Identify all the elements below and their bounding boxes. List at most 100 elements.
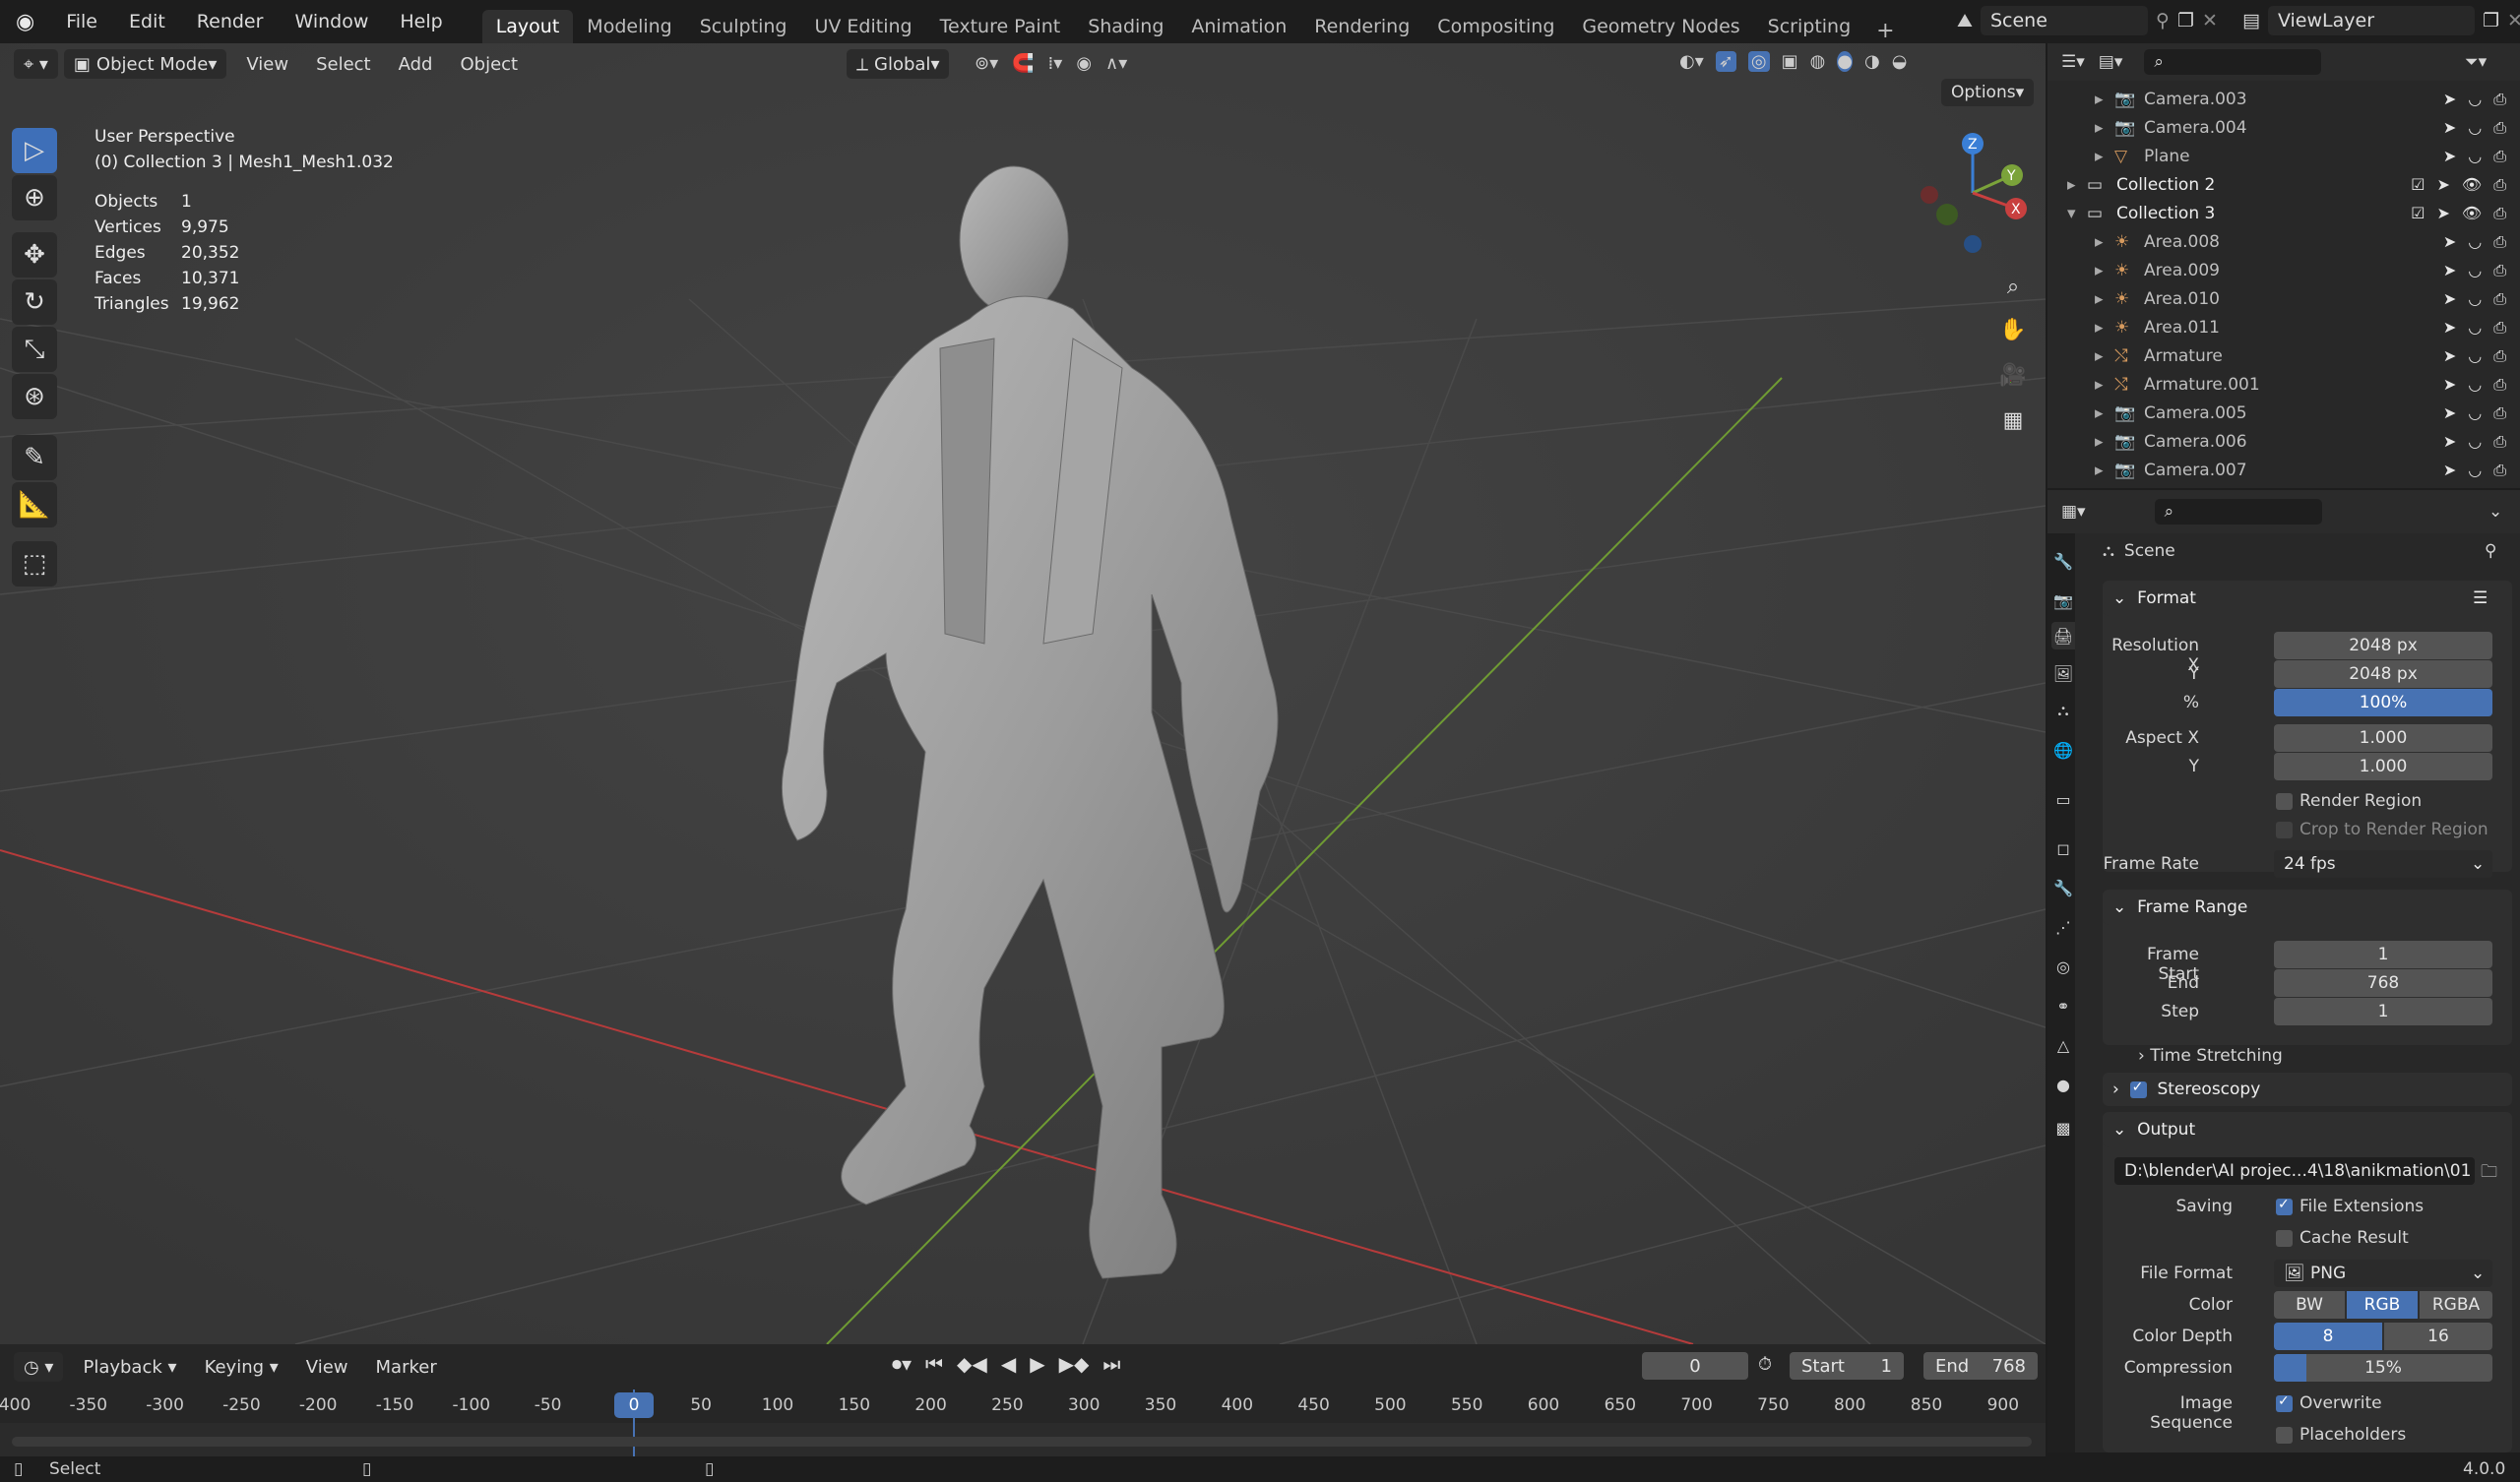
disclosure-icon[interactable]: ▸: [2095, 232, 2104, 252]
folder-icon[interactable]: 🗀: [2481, 1159, 2497, 1188]
physics-tab-icon[interactable]: ◎: [2051, 953, 2075, 980]
rendered-shading-icon[interactable]: ◒: [1892, 51, 1908, 72]
outliner-row[interactable]: ▸ ▭ Collection 2 ☑ ➤ 👁 ⎙: [2048, 170, 2520, 199]
options-dropdown[interactable]: Options ▾: [1941, 79, 2035, 106]
delete-view-layer-icon[interactable]: ✕: [2507, 10, 2520, 31]
output-header[interactable]: ⌄ Output: [2103, 1112, 2512, 1147]
select-arrow-icon[interactable]: ➤: [2443, 403, 2456, 423]
disclosure-icon[interactable]: ▾: [2067, 204, 2076, 223]
select-arrow-icon[interactable]: ➤: [2436, 204, 2449, 223]
add-workspace-icon[interactable]: +: [1864, 19, 1906, 43]
rotate-tool[interactable]: ↻: [12, 279, 57, 325]
menu-add[interactable]: Add: [385, 54, 447, 75]
jump-end-icon[interactable]: ⏭: [1102, 1352, 1120, 1376]
collection-tab-icon[interactable]: ▭: [2051, 785, 2075, 813]
camera-render-icon[interactable]: ⎙: [2493, 261, 2506, 280]
disclosure-icon[interactable]: ▸: [2095, 461, 2104, 480]
compression-slider[interactable]: 15%: [2274, 1354, 2492, 1382]
menu-window[interactable]: Window: [279, 0, 384, 43]
select-arrow-icon[interactable]: ➤: [2443, 346, 2456, 366]
file-extensions-checkbox[interactable]: [2276, 1197, 2293, 1215]
camera-view-icon[interactable]: 🎥: [1994, 356, 2032, 394]
material-shading-icon[interactable]: ◑: [1864, 51, 1880, 72]
properties-search-input[interactable]: ⌕: [2154, 499, 2322, 525]
select-arrow-icon[interactable]: ➤: [2443, 461, 2456, 480]
disclosure-icon[interactable]: ▸: [2095, 432, 2104, 452]
frame-end-field[interactable]: 768: [2274, 969, 2492, 997]
select-arrow-icon[interactable]: ➤: [2443, 432, 2456, 452]
tab-rendering[interactable]: Rendering: [1300, 10, 1423, 43]
menu-help[interactable]: Help: [384, 0, 458, 43]
disclosure-icon[interactable]: ▸: [2095, 318, 2104, 338]
overwrite-checkbox[interactable]: [2276, 1393, 2293, 1412]
pan-hand-icon[interactable]: ✋: [1994, 311, 2032, 348]
file-format-dropdown[interactable]: 🖼 PNG ⌄: [2274, 1260, 2492, 1287]
gizmo-toggle-icon[interactable]: ➶: [1715, 51, 1736, 72]
record-icon[interactable]: ⏺▾: [892, 1352, 912, 1376]
disclosure-icon[interactable]: ▸: [2095, 147, 2104, 166]
object-tab-icon[interactable]: ◻: [2051, 834, 2075, 862]
camera-render-icon[interactable]: ⎙: [2493, 289, 2506, 309]
zoom-icon[interactable]: ⌕: [1994, 268, 2032, 305]
move-tool[interactable]: ✥: [12, 232, 57, 278]
jump-start-icon[interactable]: ⏮: [925, 1352, 943, 1376]
view-layer-field[interactable]: ViewLayer: [2267, 6, 2475, 35]
timeline-view-menu[interactable]: View: [292, 1357, 362, 1378]
disclosure-icon[interactable]: ▸: [2095, 346, 2104, 366]
xray-icon[interactable]: ▣: [1782, 51, 1798, 72]
overlay-icon[interactable]: ◎: [1747, 51, 1770, 72]
outliner-row[interactable]: ▸ 📷 Camera.006 ➤ ◡ ⎙: [2048, 427, 2520, 456]
add-cube-tool[interactable]: ⬚: [12, 541, 57, 587]
select-arrow-icon[interactable]: ➤: [2443, 90, 2456, 109]
aspect-y-field[interactable]: 1.000: [2274, 753, 2492, 780]
view-layer-icon[interactable]: ▤: [2242, 10, 2260, 31]
camera-render-icon[interactable]: ⎙: [2493, 318, 2506, 338]
eye-icon[interactable]: 👁: [2462, 204, 2482, 223]
scale-tool[interactable]: ⤡: [12, 327, 57, 372]
outliner-row[interactable]: ▾ ▭ Collection 3 ☑ ➤ 👁 ⎙: [2048, 199, 2520, 227]
outliner-row[interactable]: ▸ ☀ Area.009 ➤ ◡ ⎙: [2048, 256, 2520, 284]
visibility-icon[interactable]: ◐▾: [1679, 51, 1704, 72]
scene-field[interactable]: Scene: [1980, 6, 2148, 35]
select-arrow-icon[interactable]: ➤: [2443, 375, 2456, 395]
output-path-input[interactable]: D:\blender\AI projec...4\18\anikmation\0…: [2114, 1157, 2475, 1185]
end-frame-field[interactable]: End 768: [1923, 1352, 2038, 1380]
filter-icon[interactable]: ⏷▾: [2465, 52, 2487, 72]
proportional-icon[interactable]: ◉: [1076, 53, 1092, 74]
timeline-editor-icon[interactable]: ◷ ▾: [14, 1352, 64, 1382]
eye-icon[interactable]: ◡: [2468, 90, 2482, 109]
select-arrow-icon[interactable]: ➤: [2443, 318, 2456, 338]
color-rgb-button[interactable]: RGB: [2347, 1291, 2418, 1319]
tab-animation[interactable]: Animation: [1177, 10, 1300, 43]
editor-type-dropdown[interactable]: ⌖ ▾: [14, 49, 58, 79]
timeline-scrollbar[interactable]: [12, 1437, 2032, 1447]
tab-shading[interactable]: Shading: [1074, 10, 1177, 43]
menu-render[interactable]: Render: [181, 0, 280, 43]
camera-render-icon[interactable]: ⎙: [2493, 346, 2506, 366]
world-tab-icon[interactable]: 🌐: [2051, 736, 2075, 764]
menu-view[interactable]: View: [232, 54, 302, 75]
annotate-tool[interactable]: ✎: [12, 435, 57, 480]
tab-scripting[interactable]: Scripting: [1754, 10, 1865, 43]
select-arrow-icon[interactable]: ➤: [2443, 261, 2456, 280]
outliner-search-input[interactable]: ⌕: [2144, 49, 2322, 75]
outliner-row[interactable]: ▸ ☀ Area.008 ➤ ◡ ⎙: [2048, 227, 2520, 256]
start-frame-field[interactable]: Start 1: [1790, 1352, 1904, 1380]
frame-step-field[interactable]: 1: [2274, 998, 2492, 1025]
ortho-grid-icon[interactable]: ▦: [1994, 401, 2032, 439]
keying-menu[interactable]: Keying ▾: [191, 1357, 292, 1378]
constraints-tab-icon[interactable]: ⚭: [2051, 992, 2075, 1019]
outliner-row[interactable]: ▸ ☀ Area.010 ➤ ◡ ⎙: [2048, 284, 2520, 313]
texture-tab-icon[interactable]: ▩: [2051, 1114, 2075, 1142]
data-tab-icon[interactable]: △: [2051, 1031, 2075, 1059]
disclosure-icon[interactable]: ▸: [2095, 289, 2104, 309]
3d-viewport[interactable]: ▷ ⊕ ✥ ↻ ⤡ ⊛ ✎ 📐 ⬚ User Perspective (0) C…: [0, 43, 2046, 1344]
snap-target-icon[interactable]: ⁞▾: [1048, 53, 1063, 74]
select-arrow-icon[interactable]: ➤: [2443, 147, 2456, 166]
eye-icon[interactable]: ◡: [2468, 118, 2482, 138]
transform-tool[interactable]: ⊛: [12, 374, 57, 419]
properties-editor-icon[interactable]: ▦▾: [2061, 502, 2086, 522]
eye-icon[interactable]: ◡: [2468, 232, 2482, 252]
outliner-row[interactable]: ▸ ⤭ Armature.001 ➤ ◡ ⎙: [2048, 370, 2520, 399]
camera-render-icon[interactable]: ⎙: [2493, 175, 2506, 195]
